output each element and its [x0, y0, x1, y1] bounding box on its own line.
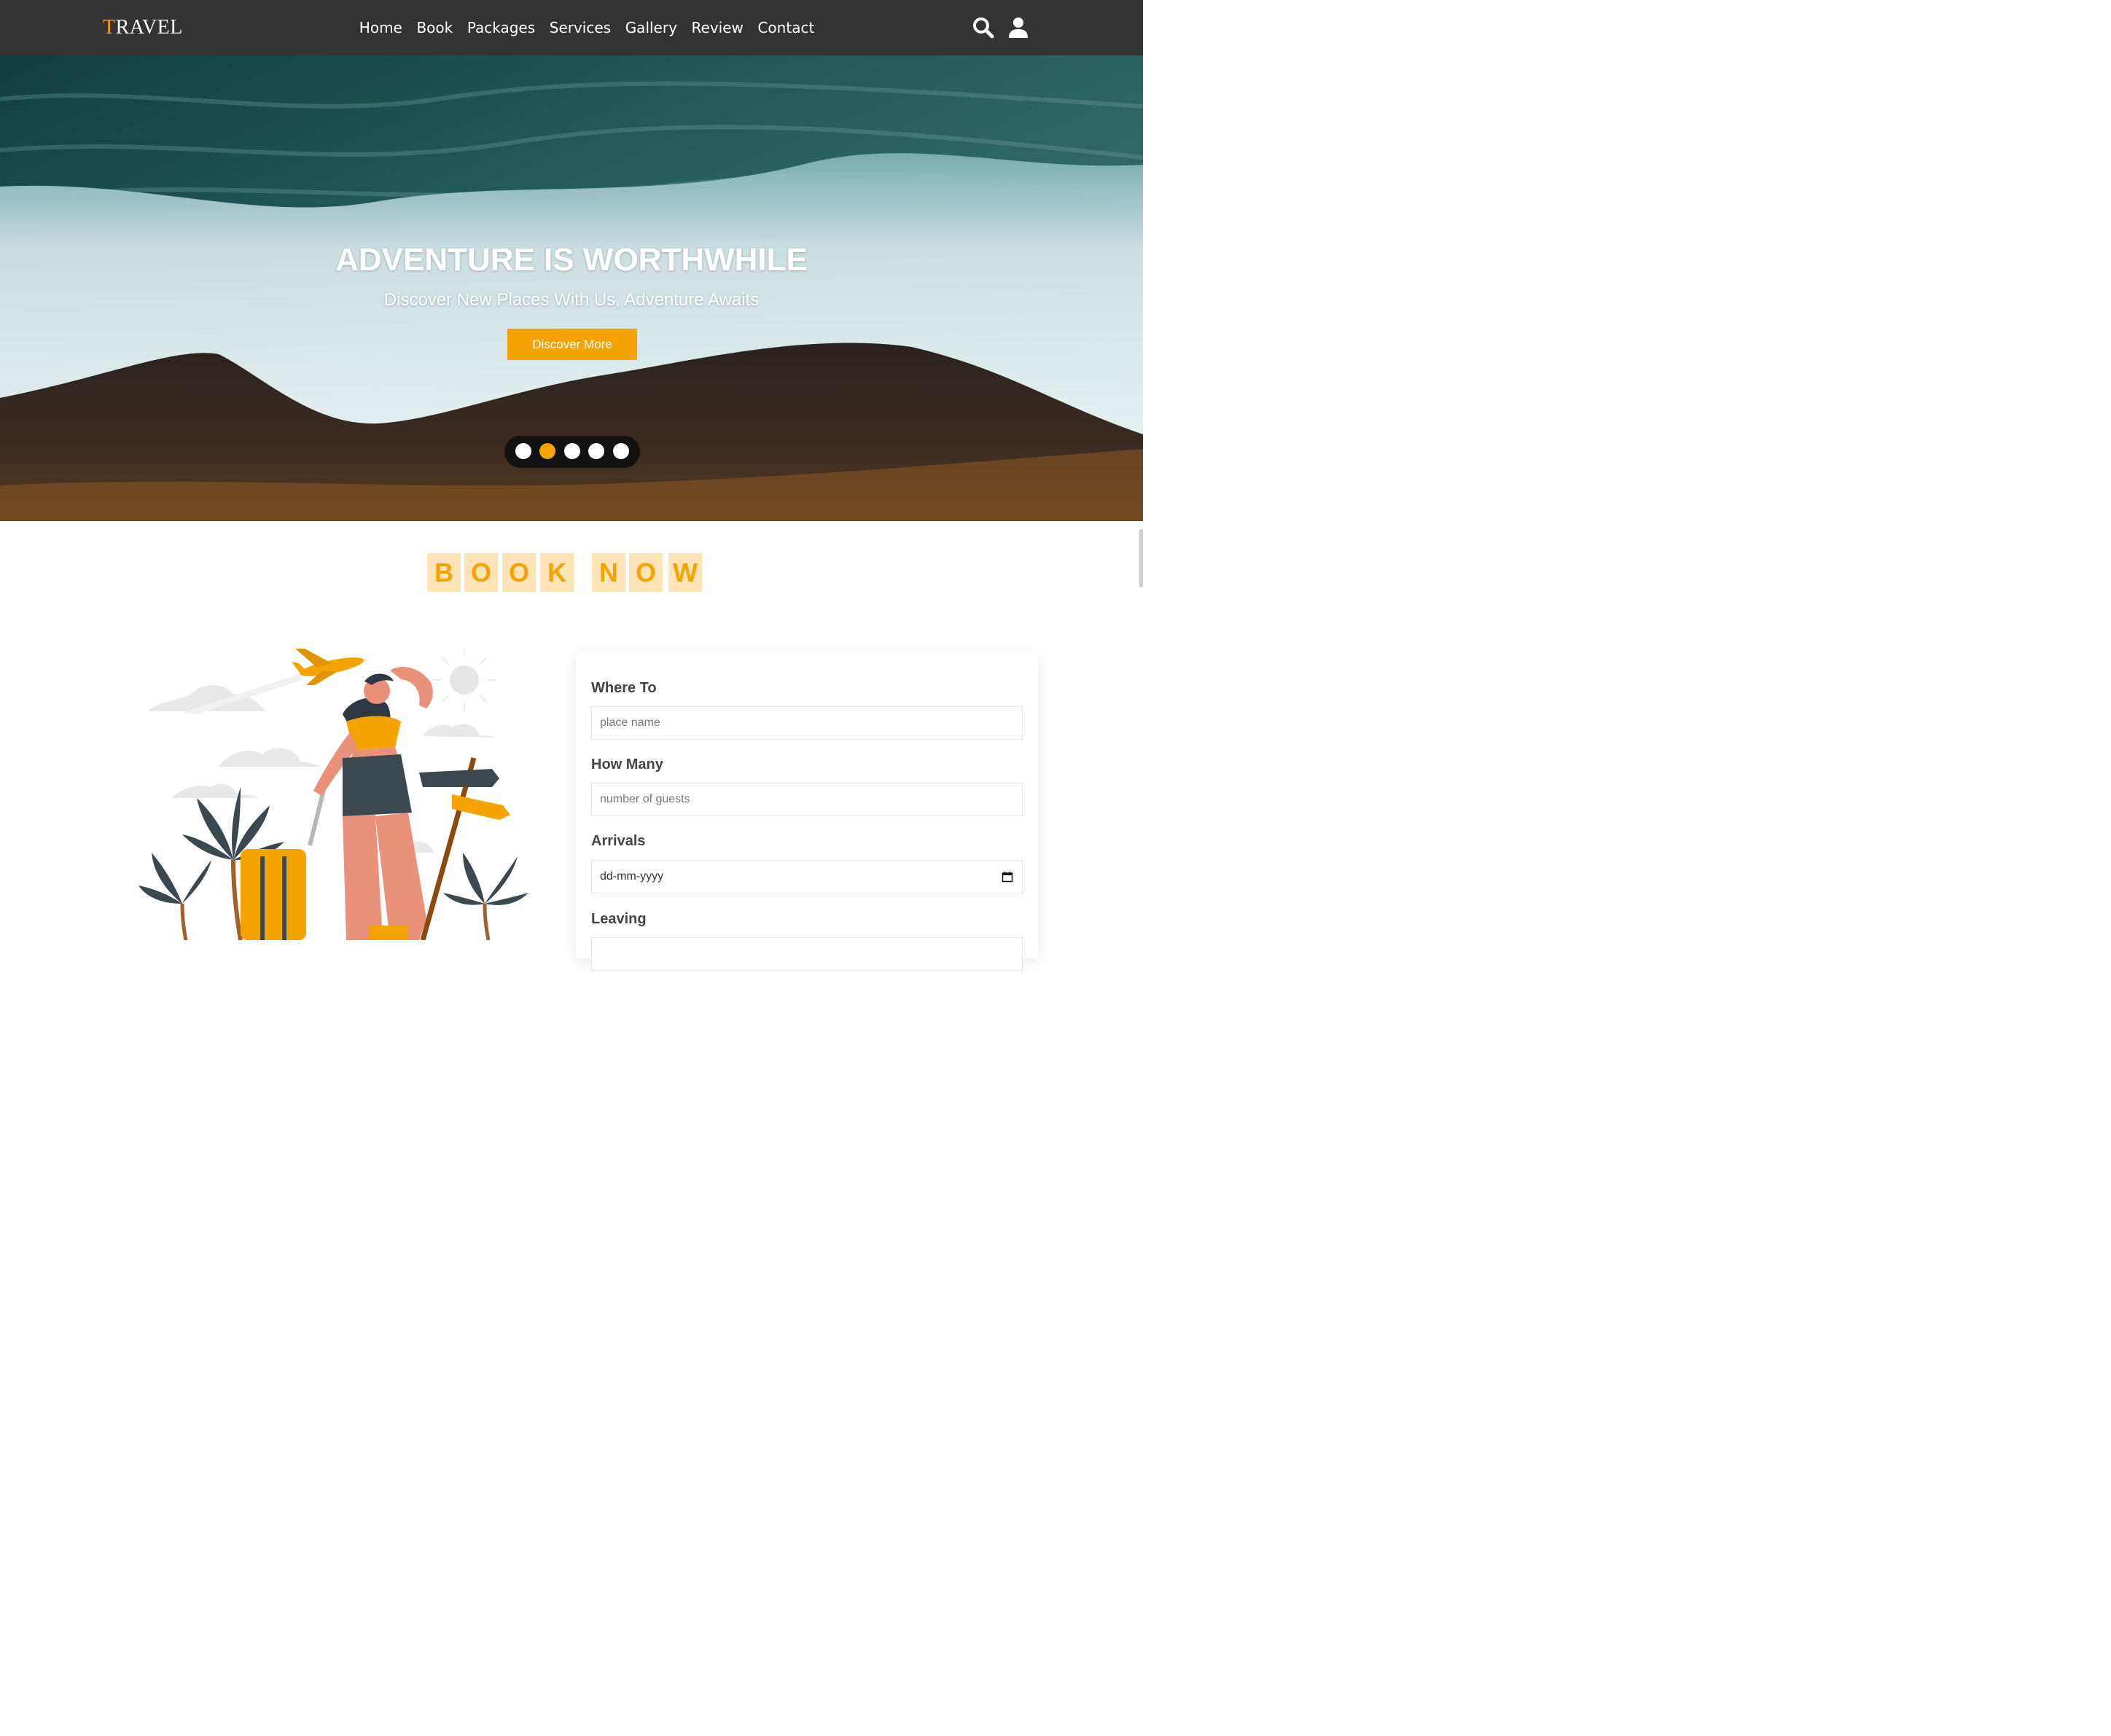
arrival-date-input[interactable]: dd-mm-yyyy — [591, 860, 1023, 894]
hero-title: ADVENTURE IS WORTHWHILE — [335, 242, 808, 278]
slider-dot-3[interactable] — [564, 443, 580, 459]
hero-banner: ADVENTURE IS WORTHWHILE Discover New Pla… — [0, 55, 1143, 521]
nav-home-link[interactable]: Home — [352, 16, 410, 39]
arrivals-label: Arrivals — [591, 833, 646, 849]
hero-subtitle: Discover New Places With Us, Adventure A… — [383, 290, 760, 310]
site-logo[interactable]: TRAVEL — [103, 15, 183, 41]
guests-input[interactable]: number of guests — [591, 783, 1023, 816]
nav-gallery-link[interactable]: Gallery — [618, 16, 684, 39]
leaving-label: Leaving — [591, 911, 647, 927]
guests-placeholder: number of guests — [600, 793, 690, 805]
slider-pagination — [504, 436, 640, 468]
discover-more-button[interactable]: Discover More — [507, 329, 637, 360]
heading-letter: B — [427, 553, 461, 592]
top-navbar: TRAVEL Home Book Packages Services Galle… — [0, 0, 1143, 55]
heading-letter: O — [464, 553, 498, 592]
slider-dot-1[interactable] — [515, 443, 531, 459]
booking-form: Where To place name How Many number of g… — [576, 652, 1038, 971]
main-nav: Home Book Packages Services Gallery Revi… — [352, 16, 822, 39]
nav-services-link[interactable]: Services — [542, 16, 618, 39]
nav-contact-link[interactable]: Contact — [751, 16, 822, 39]
logo-first-letter: T — [103, 16, 116, 39]
slider-dot-4[interactable] — [588, 443, 604, 459]
page-scrollbar[interactable] — [1139, 529, 1143, 587]
heading-letter: O — [629, 553, 663, 592]
nav-book-link[interactable]: Book — [410, 16, 460, 39]
where-to-input[interactable]: place name — [591, 706, 1023, 740]
nav-packages-link[interactable]: Packages — [460, 16, 542, 39]
heading-letter: O — [502, 553, 536, 592]
search-icon[interactable] — [972, 16, 995, 39]
nav-review-link[interactable]: Review — [684, 16, 751, 39]
calendar-icon[interactable] — [1002, 871, 1013, 883]
how-many-label: How Many — [591, 756, 663, 773]
logo-text: RAVEL — [115, 16, 183, 39]
user-icon[interactable] — [1007, 16, 1030, 39]
where-to-placeholder: place name — [600, 716, 660, 729]
traveler-illustration — [138, 649, 528, 940]
arrival-date-placeholder: dd-mm-yyyy — [600, 870, 664, 883]
slider-dot-2[interactable] — [539, 443, 555, 459]
leaving-date-input[interactable] — [591, 937, 1023, 971]
heading-letter: W — [668, 553, 702, 592]
where-to-label: Where To — [591, 680, 657, 696]
heading-letter: K — [540, 553, 574, 592]
heading-letter: N — [592, 553, 625, 592]
slider-dot-5[interactable] — [613, 443, 629, 459]
